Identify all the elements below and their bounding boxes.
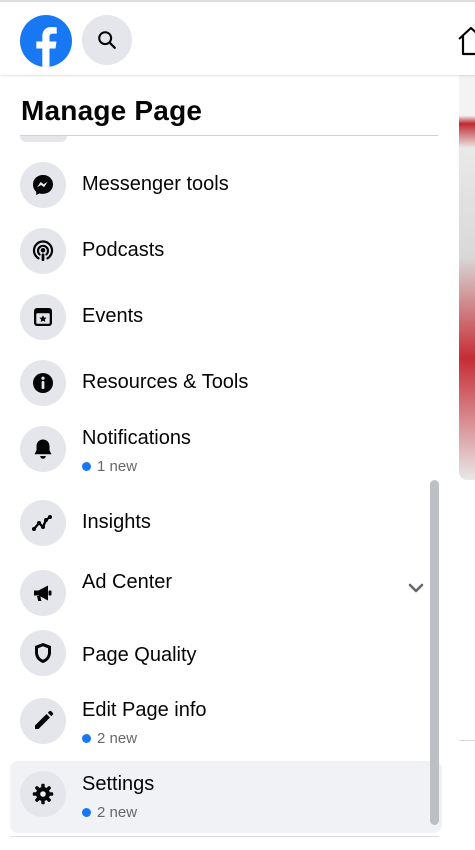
messenger-icon <box>20 162 66 208</box>
unread-dot <box>82 808 91 817</box>
menu-item-label: Ad Center <box>82 571 173 593</box>
trend-line-icon <box>20 500 66 546</box>
menu-item-podcasts[interactable]: Podcasts <box>10 218 442 284</box>
panel-title: Manage Page <box>21 95 203 126</box>
new-count-text: 1 new <box>97 458 138 475</box>
menu-item-resources-tools[interactable]: Resources & Tools <box>10 350 442 416</box>
megaphone-icon <box>20 570 66 616</box>
home-icon <box>458 26 475 56</box>
menu-item-events[interactable]: Events <box>10 284 442 350</box>
shield-icon <box>20 630 66 676</box>
edit-info-count: 2 new <box>82 730 137 747</box>
chevron-down-icon[interactable] <box>406 578 426 598</box>
podcast-icon <box>20 228 66 274</box>
bottom-divider <box>10 836 439 837</box>
background-divider <box>459 740 475 741</box>
menu-item-label: Insights <box>82 511 151 533</box>
menu-item-label: Events <box>82 305 144 327</box>
menu-item-edit-page-info[interactable]: Edit Page info 2 new <box>10 688 442 754</box>
menu-item-page-quality[interactable]: Page Quality <box>10 622 442 688</box>
menu-item-label: Messenger tools <box>82 173 229 195</box>
menu-item-notifications[interactable]: Notifications 1 new <box>10 416 442 482</box>
menu-item-label: Notifications <box>82 427 191 449</box>
search-icon <box>98 31 116 49</box>
search-button[interactable] <box>82 15 132 65</box>
scrollbar-thumb[interactable] <box>430 480 439 825</box>
bell-icon <box>20 426 66 472</box>
new-count-text: 2 new <box>97 730 138 747</box>
unread-dot <box>82 734 91 743</box>
menu-item-insights[interactable]: Insights <box>10 490 442 556</box>
background-page-image <box>459 75 475 480</box>
manage-page-panel: Manage Page Messenger tools Podcasts Eve… <box>0 75 459 850</box>
menu-item-label: Settings <box>82 773 155 795</box>
pencil-icon <box>20 698 66 744</box>
previous-item-icon-partial <box>20 136 67 142</box>
title-divider <box>20 135 438 136</box>
unread-dot <box>82 462 91 471</box>
new-count-text: 2 new <box>97 804 138 821</box>
menu-item-label: Edit Page info <box>82 699 207 721</box>
menu-item-label: Podcasts <box>82 239 165 261</box>
menu-item-settings[interactable]: Settings 2 new <box>10 761 442 833</box>
notification-count: 1 new <box>82 458 137 475</box>
menu-item-messenger-tools[interactable]: Messenger tools <box>10 152 442 218</box>
menu-item-label: Page Quality <box>82 644 197 666</box>
menu-item-label: Resources & Tools <box>82 371 249 393</box>
calendar-star-icon <box>20 294 66 340</box>
home-button[interactable] <box>456 22 475 58</box>
menu-item-ad-center[interactable]: Ad Center <box>10 556 442 622</box>
top-bar <box>0 0 475 75</box>
facebook-logo-icon[interactable] <box>20 15 72 67</box>
settings-count: 2 new <box>82 804 137 821</box>
gear-icon <box>20 771 66 817</box>
info-icon <box>20 360 66 406</box>
